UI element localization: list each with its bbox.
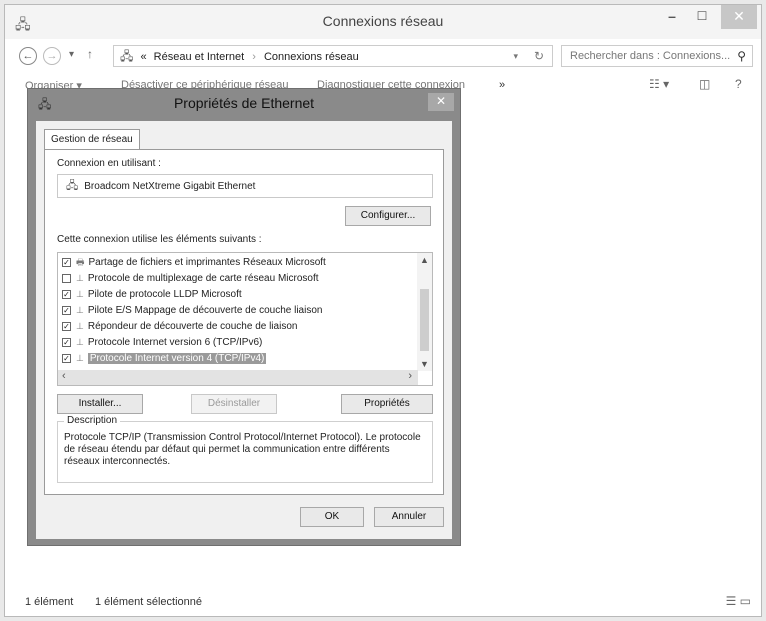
title-bar: 🖧 Connexions réseau – ☐ ✕ xyxy=(5,5,761,39)
dialog-body: Gestion de réseau Connexion en utilisant… xyxy=(36,121,452,539)
scroll-thumb[interactable] xyxy=(420,289,429,351)
search-icon[interactable]: ⚲ xyxy=(737,46,746,66)
protocol-icon: ⊥ xyxy=(76,353,84,363)
dialog-title: Propriétés de Ethernet xyxy=(173,95,315,111)
scroll-up-icon[interactable]: ▲ xyxy=(417,255,432,265)
item-count: 1 élément xyxy=(25,596,74,608)
tab-networking[interactable]: Gestion de réseau xyxy=(44,129,140,150)
breadcrumb-item[interactable]: Connexions réseau xyxy=(264,51,359,63)
more-commands-button[interactable]: » xyxy=(499,79,505,91)
uninstall-button[interactable]: Désinstaller xyxy=(191,394,277,414)
description-title: Description xyxy=(64,415,121,426)
search-input[interactable]: Rechercher dans : Connexions... ⚲ xyxy=(561,45,753,67)
close-button[interactable]: ✕ xyxy=(721,5,757,29)
address-input[interactable]: 🖧 « Réseau et Internet › Connexions rése… xyxy=(113,45,553,67)
checkbox-checked-icon[interactable]: ✓ xyxy=(62,289,71,299)
list-item[interactable]: ⊥ Protocole de multiplexage de carte rése… xyxy=(62,270,319,286)
breadcrumb-item[interactable]: Réseau et Internet xyxy=(154,51,245,63)
preview-pane-icon[interactable]: ◫ xyxy=(699,77,710,91)
address-dropdown-icon[interactable]: ▾ xyxy=(513,46,518,66)
ethernet-properties-dialog: 🖧 Propriétés de Ethernet ✕ Gestion de ré… xyxy=(27,88,461,546)
back-button[interactable]: ← xyxy=(19,47,37,65)
refresh-icon[interactable]: ↻ xyxy=(534,46,544,66)
minimize-button[interactable]: – xyxy=(657,5,687,29)
maximize-button[interactable]: ☐ xyxy=(687,5,717,29)
adapter-icon: 🖧 xyxy=(66,180,79,192)
horizontal-scrollbar[interactable]: ‹ › xyxy=(58,370,418,385)
scroll-left-icon[interactable]: ‹ xyxy=(62,370,66,382)
vertical-scrollbar[interactable]: ▲ ▼ xyxy=(417,253,432,371)
adapter-field: 🖧 Broadcom NetXtreme Gigabit Ethernet xyxy=(57,174,433,198)
printer-icon: 🖶 xyxy=(76,257,85,267)
list-item[interactable]: ✓ ⊥ Répondeur de découverte de couche de l… xyxy=(62,318,297,334)
up-arrow-icon[interactable]: ↑ xyxy=(87,47,93,61)
install-button[interactable]: Installer... xyxy=(57,394,143,414)
checkbox-checked-icon[interactable]: ✓ xyxy=(62,337,71,347)
address-bar-row: ← → ▾ ↑ 🖧 « Réseau et Internet › Connexi… xyxy=(5,39,761,73)
search-placeholder: Rechercher dans : Connexions... xyxy=(570,50,731,62)
change-view-icon[interactable]: ☷ ▾ xyxy=(649,77,669,91)
protocol-icon: ⊥ xyxy=(76,273,84,283)
list-item[interactable]: ✓ ⊥ Protocole Internet version 6 (TCP/IPv6… xyxy=(62,334,262,350)
ok-button[interactable]: OK xyxy=(300,507,364,527)
description-group: Description Protocole TCP/IP (Transmissi… xyxy=(57,415,433,483)
cancel-button[interactable]: Annuler xyxy=(374,507,444,527)
components-list[interactable]: ✓ 🖶 Partage de fichiers et imprimantes Rés… xyxy=(57,252,433,386)
help-icon[interactable]: ? xyxy=(735,77,742,91)
forward-button[interactable]: → xyxy=(43,47,61,65)
connect-using-label: Connexion en utilisant : xyxy=(57,158,161,169)
dialog-close-button[interactable]: ✕ xyxy=(428,93,454,111)
description-text: Protocole TCP/IP (Transmission Control P… xyxy=(64,432,421,467)
list-item-selected[interactable]: ✓ ⊥ Protocole Internet version 4 (TCP/IPv4… xyxy=(62,350,267,366)
status-bar: 1 élément 1 élément sélectionné ☰ ▭ xyxy=(5,590,761,616)
protocol-icon: ⊥ xyxy=(76,337,84,347)
window-title: Connexions réseau xyxy=(322,13,444,29)
checkbox-checked-icon[interactable]: ✓ xyxy=(62,305,71,315)
protocol-icon: ⊥ xyxy=(76,321,84,331)
checkbox-checked-icon[interactable]: ✓ xyxy=(62,321,71,331)
properties-button[interactable]: Propriétés xyxy=(341,394,433,414)
recent-locations-icon[interactable]: ▾ xyxy=(69,49,74,60)
checkbox-checked-icon[interactable]: ✓ xyxy=(62,257,71,267)
protocol-icon: ⊥ xyxy=(76,305,84,315)
items-label: Cette connexion utilise les éléments sui… xyxy=(57,234,262,245)
list-item[interactable]: ✓ ⊥ Pilote E/S Mappage de découverte de co… xyxy=(62,302,322,318)
list-item[interactable]: ✓ 🖶 Partage de fichiers et imprimantes Rés… xyxy=(62,254,326,270)
checkbox-checked-icon[interactable]: ✓ xyxy=(62,353,71,363)
network-location-icon: 🖧 xyxy=(120,49,134,63)
scroll-right-icon[interactable]: › xyxy=(408,370,412,382)
details-view-icon[interactable]: ☰ ▭ xyxy=(726,594,751,608)
breadcrumb-overflow[interactable]: « xyxy=(140,51,146,63)
adapter-name: Broadcom NetXtreme Gigabit Ethernet xyxy=(84,181,256,192)
configure-button[interactable]: Configurer... xyxy=(345,206,431,226)
networking-tab-panel: Connexion en utilisant : 🖧 Broadcom NetXt… xyxy=(44,149,444,495)
scroll-down-icon[interactable]: ▼ xyxy=(417,359,432,369)
selection-count: 1 élément sélectionné xyxy=(95,596,203,608)
list-item[interactable]: ✓ ⊥ Pilote de protocole LLDP Microsoft xyxy=(62,286,242,302)
checkbox-unchecked-icon[interactable] xyxy=(62,273,71,283)
breadcrumb-separator[interactable]: › xyxy=(252,51,256,63)
protocol-icon: ⊥ xyxy=(76,289,84,299)
